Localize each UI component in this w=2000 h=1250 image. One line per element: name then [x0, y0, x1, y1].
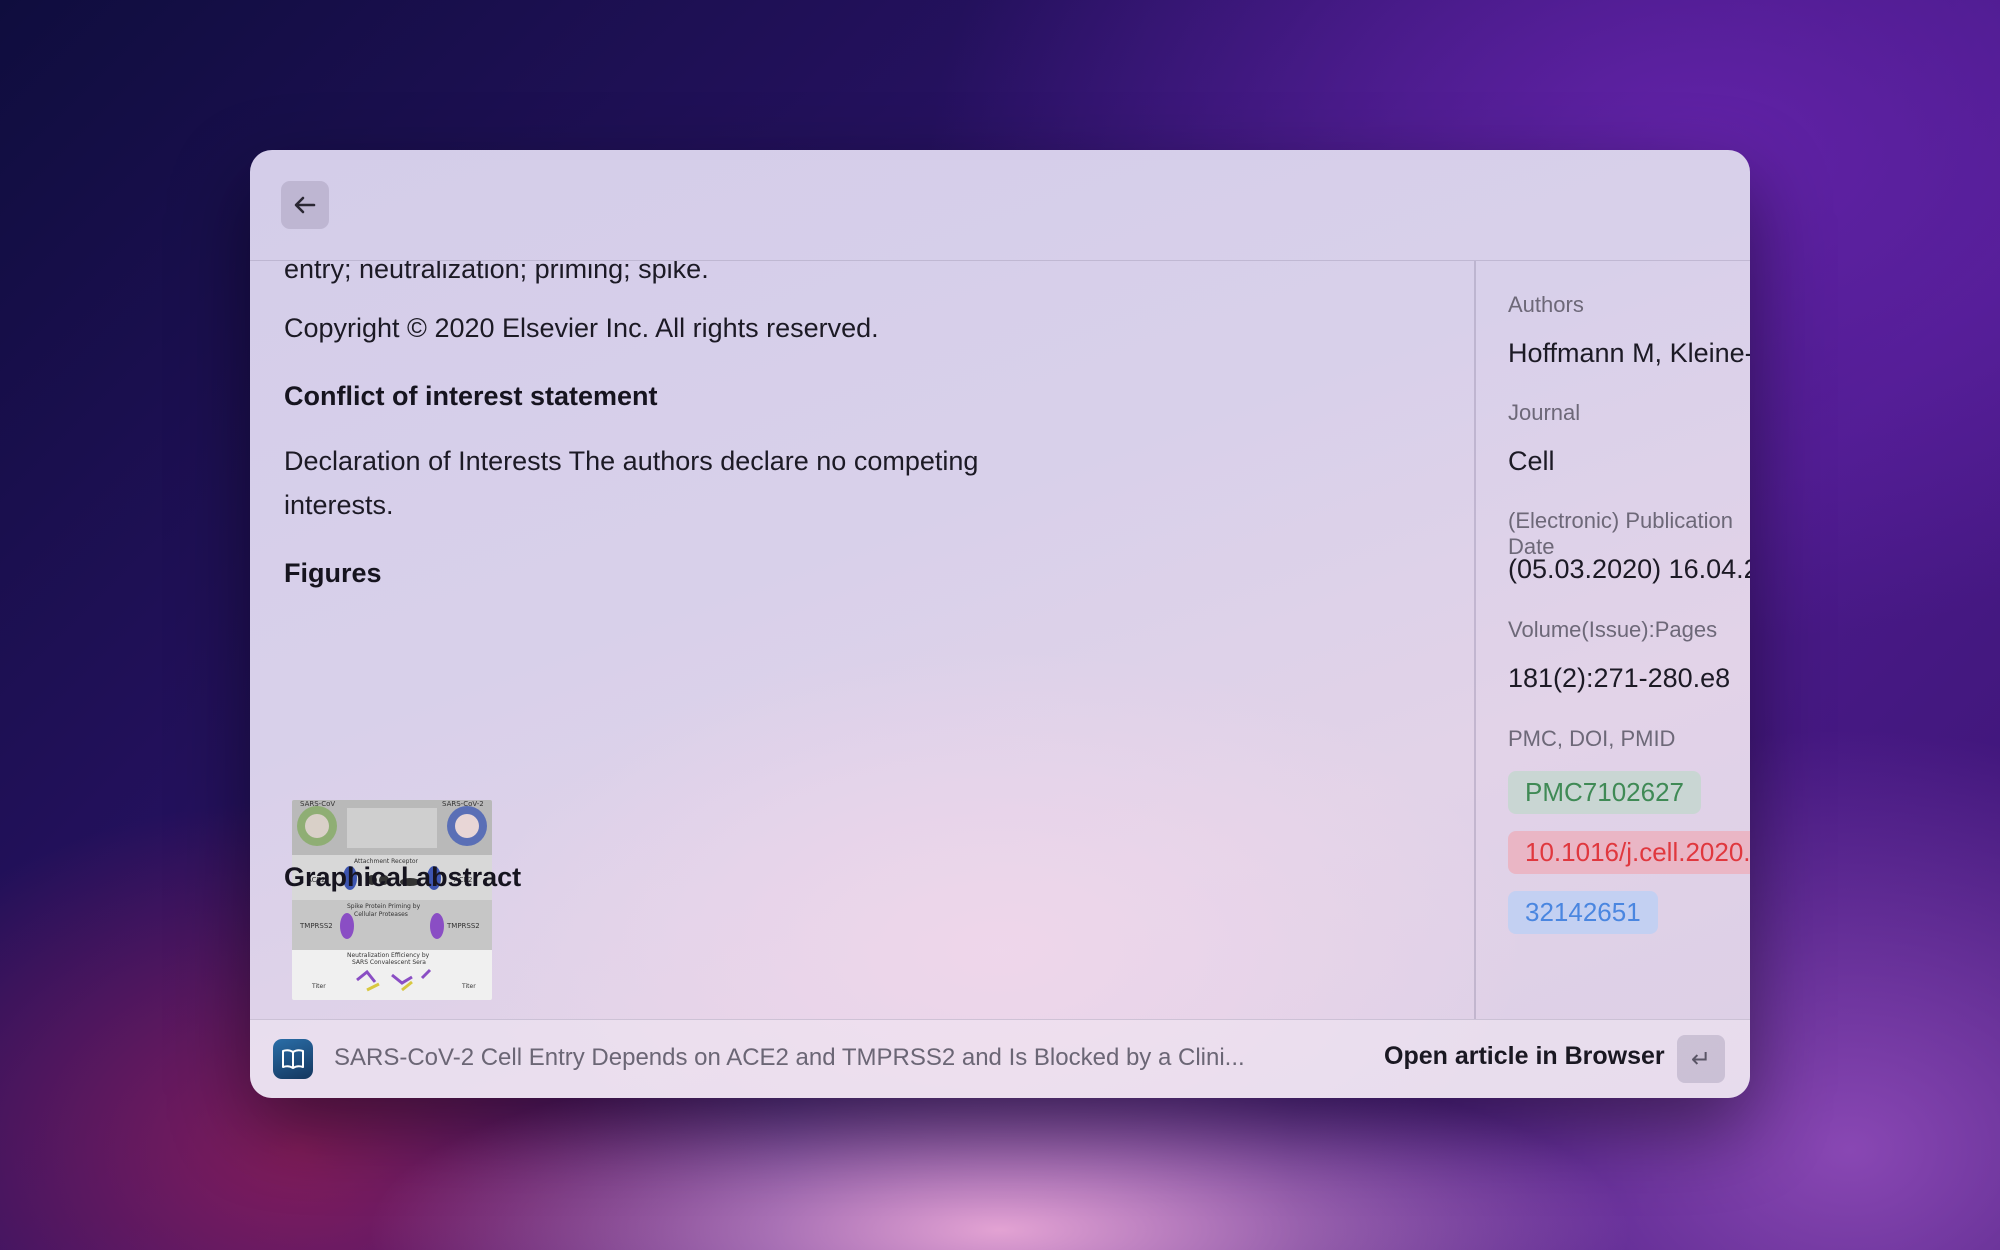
- figures-heading: Figures: [284, 558, 382, 588]
- svg-text:Spike Protein Priming by: Spike Protein Priming by: [347, 903, 421, 910]
- back-button[interactable]: [281, 181, 329, 229]
- window-header: [250, 150, 1750, 261]
- svg-text:SARS-CoV-2: SARS-CoV-2: [442, 800, 484, 808]
- graphical-abstract-heading: Graphical abstract: [284, 862, 522, 892]
- keywords-text: entry; neutralization; priming; spike.: [284, 261, 709, 284]
- authors-value: Hoffmann M, Kleine-Weber H, Schr...: [1508, 338, 1750, 368]
- article-title: SARS-CoV-2 Cell Entry Depends on ACE2 an…: [334, 1044, 1245, 1071]
- svg-text:Neutralization Efficiency by: Neutralization Efficiency by: [347, 952, 430, 959]
- volume-label: Volume(Issue):Pages: [1508, 617, 1718, 642]
- svg-text:Titer: Titer: [461, 983, 476, 990]
- authors-label: Authors: [1508, 292, 1584, 317]
- enter-key-icon[interactable]: ↵: [1677, 1035, 1725, 1083]
- journal-value: Cell: [1508, 446, 1555, 476]
- svg-text:TMPRSS2: TMPRSS2: [299, 922, 333, 930]
- article-detail-window: entry; neutralization; priming; spike. C…: [250, 150, 1750, 1098]
- conflict-text-line1: Declaration of Interests The authors dec…: [284, 446, 979, 476]
- journal-label: Journal: [1508, 400, 1581, 425]
- pmid-tag[interactable]: 32142651: [1508, 891, 1658, 934]
- book-icon: [273, 1039, 313, 1079]
- doi-tag[interactable]: 10.1016/j.cell.2020.02.052: [1508, 831, 1750, 874]
- conflict-text-line2: interests.: [284, 490, 394, 520]
- figure-image: SARS-CoV SARS-CoV-2 Attachment Receptor …: [292, 800, 492, 1000]
- pmc-tag[interactable]: PMC7102627: [1508, 771, 1701, 814]
- pane-divider: [1474, 261, 1476, 1019]
- arrow-left-icon: [294, 196, 316, 214]
- svg-text:Cellular Proteases: Cellular Proteases: [354, 911, 408, 918]
- conflict-heading: Conflict of interest statement: [284, 381, 658, 411]
- svg-text:SARS Convalescent Sera: SARS Convalescent Sera: [352, 959, 426, 966]
- action-bar: SARS-CoV-2 Cell Entry Depends on ACE2 an…: [250, 1019, 1750, 1098]
- publication-date-value: (05.03.2020) 16.04.2020: [1508, 554, 1750, 584]
- open-in-browser-button[interactable]: Open article in Browser: [1384, 1042, 1665, 1071]
- svg-text:TMPRSS2: TMPRSS2: [446, 922, 480, 930]
- copyright-text: Copyright © 2020 Elsevier Inc. All right…: [284, 313, 879, 343]
- figure-thumbnail[interactable]: SARS-CoV SARS-CoV-2 Attachment Receptor …: [292, 800, 492, 1000]
- identifiers-label: PMC, DOI, PMID: [1508, 726, 1676, 751]
- svg-text:SARS-CoV: SARS-CoV: [300, 800, 335, 808]
- article-content-pane[interactable]: entry; neutralization; priming; spike. C…: [250, 261, 1474, 1019]
- publication-date-label: (Electronic) Publication Date: [1508, 508, 1733, 559]
- svg-text:Titer: Titer: [311, 983, 326, 990]
- volume-value: 181(2):271-280.e8: [1508, 663, 1731, 693]
